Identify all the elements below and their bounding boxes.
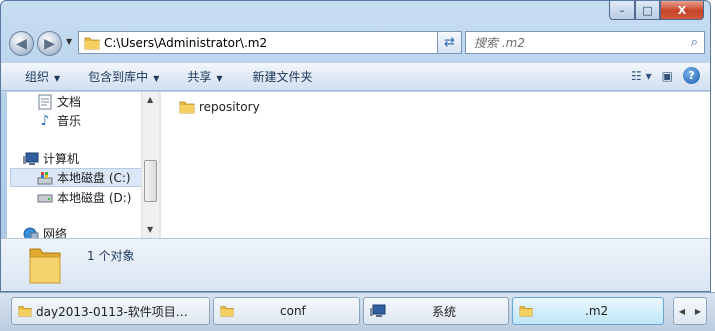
taskbar-item-label: conf [280, 304, 306, 318]
nav-item-network[interactable]: 网络 [23, 224, 67, 238]
nav-item-documents[interactable]: 文档 [37, 92, 81, 111]
folder-icon [519, 304, 533, 318]
item-count: 1 个对象 [87, 249, 135, 263]
view-options-icon[interactable]: ☷ ▾ [631, 69, 652, 83]
close-button[interactable]: X [660, 1, 704, 20]
chevron-down-icon: ▼ [216, 74, 223, 83]
taskbar-scroll-buttons[interactable]: ◀ ▶ [673, 297, 707, 325]
back-arrow-icon: ◀ [16, 35, 27, 52]
taskbar-item[interactable]: day2013-0113-软件项目… [11, 297, 210, 325]
drive-icon [37, 190, 53, 206]
include-in-library-label: 包含到库中 [88, 70, 149, 84]
share-menu[interactable]: 共享 ▼ [187, 68, 222, 85]
computer-icon [23, 151, 39, 167]
folder-icon [179, 99, 195, 115]
folder-icon [220, 304, 234, 318]
caption-buttons: – □ X [609, 1, 704, 20]
nav-item-label: 音乐 [57, 114, 82, 128]
nav-item-local-disk-c[interactable]: 本地磁盘 (C:) [10, 168, 146, 187]
large-folder-icon [27, 245, 63, 288]
scrollbar-thumb[interactable] [144, 160, 157, 202]
nav-item-music[interactable]: ♪ 音乐 [37, 111, 81, 130]
address-bar[interactable]: C:\Users\Administrator\.m2 ▼ [78, 31, 456, 54]
search-box[interactable]: 搜索 .m2 ⌕ [465, 31, 705, 54]
file-list: repository [161, 92, 710, 238]
nav-item-label: 计算机 [43, 152, 80, 166]
taskbar-item-label: .m2 [585, 304, 609, 318]
preview-pane-icon[interactable]: ▣ [662, 69, 673, 83]
organize-label: 组织 [25, 70, 50, 84]
command-bar: 组织 ▼ 包含到库中 ▼ 共享 ▼ 新建文件夹 ☷ ▾ ▣ ? [1, 63, 710, 91]
nav-pane-scrollbar[interactable]: ▲ ▼ [141, 92, 159, 238]
share-label: 共享 [187, 70, 212, 84]
forward-button[interactable]: ▶ [37, 31, 62, 56]
search-placeholder[interactable]: 搜索 .m2 [474, 34, 525, 51]
scroll-down-icon[interactable]: ▼ [147, 225, 153, 234]
minimize-button[interactable]: – [609, 1, 635, 20]
nav-item-label: 网络 [43, 227, 68, 238]
back-button[interactable]: ◀ [9, 31, 34, 56]
folder-icon [84, 35, 100, 54]
network-icon [23, 226, 39, 238]
forward-arrow-icon: ▶ [44, 35, 55, 52]
taskbar-item[interactable]: 系统 [363, 297, 509, 325]
taskbar-item-active[interactable]: .m2 [512, 297, 664, 325]
help-icon[interactable]: ? [683, 67, 700, 84]
taskbar-item[interactable]: conf [213, 297, 360, 325]
documents-icon [37, 94, 53, 110]
nav-item-local-disk-d[interactable]: 本地磁盘 (D:) [37, 188, 131, 207]
taskbar-item-label: day2013-0113-软件项目… [36, 304, 188, 319]
recent-locations-dropdown-icon[interactable]: ▼ [66, 37, 72, 46]
include-in-library-menu[interactable]: 包含到库中 ▼ [88, 68, 159, 85]
taskbar: day2013-0113-软件项目… conf 系统 .m2 ◀ ▶ [0, 292, 715, 331]
system-drive-icon [37, 170, 53, 186]
chevron-left-icon[interactable]: ◀ [679, 307, 685, 316]
maximize-button[interactable]: □ [635, 1, 660, 20]
organize-menu[interactable]: 组织 ▼ [25, 68, 60, 85]
scroll-up-icon[interactable]: ▲ [147, 95, 153, 104]
nav-item-label: 文档 [57, 95, 82, 109]
navigation-pane: 文档 ♪ 音乐 计算机 本地磁盘 (C:) 本地磁盘 (D:) 网络 [7, 92, 159, 238]
list-item[interactable]: repository [179, 99, 260, 115]
refresh-button[interactable]: ⇄ [437, 31, 462, 54]
system-icon [370, 304, 386, 318]
refresh-icon: ⇄ [444, 35, 455, 50]
music-icon: ♪ [40, 112, 50, 129]
folder-icon [18, 304, 32, 318]
nav-item-label: 本地磁盘 (C:) [57, 171, 131, 185]
details-pane: 1 个对象 [1, 238, 710, 291]
nav-item-label: 本地磁盘 (D:) [57, 191, 132, 205]
chevron-right-icon[interactable]: ▶ [695, 307, 701, 316]
nav-item-computer[interactable]: 计算机 [23, 149, 79, 168]
search-icon[interactable]: ⌕ [691, 35, 698, 50]
view-controls: ☷ ▾ ▣ ? [631, 67, 700, 84]
address-path[interactable]: C:\Users\Administrator\.m2 [104, 36, 267, 50]
item-name: repository [199, 100, 260, 114]
new-folder-button[interactable]: 新建文件夹 [253, 68, 313, 85]
chevron-down-icon: ▼ [54, 74, 61, 83]
chevron-down-icon: ▼ [153, 74, 160, 83]
taskbar-item-label: 系统 [432, 304, 457, 319]
